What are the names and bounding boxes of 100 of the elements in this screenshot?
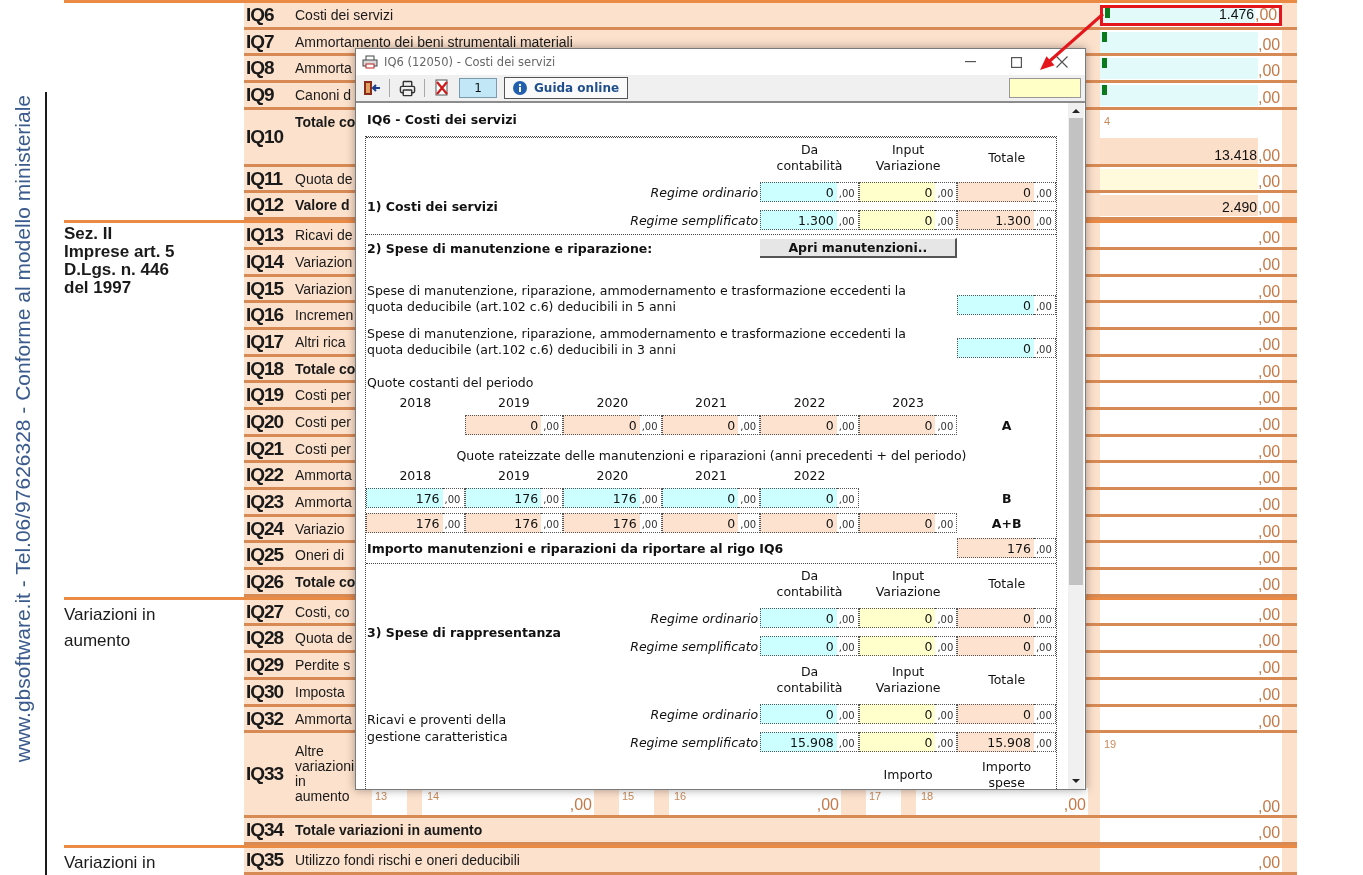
year-label: 2020 (596, 395, 629, 410)
row-label: Costi dei servizi (295, 6, 394, 23)
close-icon (1056, 56, 1068, 68)
row-label: Ammorta (295, 709, 352, 727)
row-label: Ammorta (295, 59, 352, 77)
row-code: IQ29 (245, 653, 284, 675)
maximize-icon (1010, 56, 1022, 68)
year-label: 2021 (695, 468, 727, 483)
row-code: IQ6 (245, 3, 274, 24)
decimals-label: ,00 (1258, 712, 1282, 730)
info-icon (513, 81, 527, 95)
row-label: Totale co (295, 112, 356, 130)
column-header: Totale (988, 576, 1026, 592)
row-label: A+B (991, 515, 1022, 531)
row-label: Ricavi de (295, 226, 353, 244)
row-label: Regime semplificato (630, 734, 760, 750)
row-code: IQ30 (245, 679, 284, 701)
amount-field[interactable] (1100, 58, 1258, 80)
decimals-label: ,00 (1258, 89, 1282, 107)
year-label: 2018 (399, 468, 432, 483)
decimals-label: ,00 (1258, 255, 1282, 273)
open-maintenance-button[interactable]: Apri manutenzioni.. (760, 238, 958, 258)
row-label: Utilizzo fondi rischi e oneri deducibili (295, 850, 520, 868)
row-label: Regime ordinario (650, 610, 760, 626)
row-code: IQ16 (245, 303, 284, 325)
column-header: Da contabilità (775, 568, 844, 600)
row-label: Altre variazioni in aumento (295, 744, 356, 805)
column-header: Input Variazione (874, 568, 942, 600)
amount-field[interactable]: 1.476 (1103, 8, 1255, 23)
cell-number: 14 (427, 790, 440, 803)
row-label: Quota de (295, 629, 353, 647)
year-label: 2022 (793, 468, 826, 483)
column-header: Input Variazione (874, 142, 942, 174)
row-code: IQ20 (245, 409, 284, 431)
decimals-label: ,00 (1258, 282, 1282, 300)
section-label: Imprese art. 5 (64, 243, 175, 262)
section-label: del 1997 (64, 279, 132, 298)
printer-icon (398, 79, 416, 97)
block-caption: Quote costanti del periodo (366, 375, 534, 390)
decimals-label: ,00 (569, 796, 592, 815)
amount-field[interactable]: 13.418 (1100, 137, 1258, 164)
row-label: Variazion (295, 252, 353, 270)
year-label: 2019 (497, 468, 530, 483)
row-label: Costi per (295, 386, 352, 404)
row-label: Altri rica (295, 332, 346, 350)
row-code: IQ35 (245, 847, 284, 869)
row-label: Oneri di (295, 546, 345, 564)
decimals-label: ,00 (816, 796, 839, 815)
row-label: Totale variazioni in aumento (295, 821, 483, 839)
column-header: Totale (988, 672, 1026, 688)
row-label: Costi per (295, 439, 352, 457)
decimals-label: ,00 (1258, 415, 1282, 433)
form-heading: IQ6 - Costi dei servizi (367, 112, 518, 127)
section-title: Ricavi e proventi della gestione caratteristica (366, 711, 509, 745)
scrollbar[interactable] (1068, 103, 1084, 789)
row-label: Canoni d (295, 86, 352, 104)
page-field[interactable]: 1 (459, 78, 497, 98)
row-label: Incremen (295, 306, 354, 324)
row-code: IQ23 (245, 490, 284, 511)
row-code: IQ22 (245, 463, 284, 485)
row-code: IQ17 (245, 329, 284, 351)
help-button[interactable]: Guida online (504, 77, 629, 99)
row-label: A (1001, 417, 1012, 433)
row-code: IQ7 (245, 29, 274, 51)
input-field[interactable] (1009, 78, 1081, 98)
result-label: Importo manutenzioni e riparazioni da riportare al rigo IQ6 (366, 540, 784, 556)
decimals-label: ,00 (1258, 685, 1282, 703)
minimize-icon (964, 61, 976, 63)
row-code: IQ12 (245, 193, 284, 215)
row-code: IQ32 (245, 706, 284, 728)
row-code: IQ15 (245, 276, 284, 298)
decimals-label: ,00 (1258, 549, 1282, 567)
decimals-label: ,00 (1258, 35, 1282, 53)
decimals-label: ,00 (1258, 442, 1282, 460)
amount-field[interactable] (1100, 85, 1258, 107)
cell-number: 16 (674, 790, 687, 803)
cell-number: 13 (372, 788, 407, 816)
row-code: IQ24 (245, 516, 284, 538)
row-label: Costi, co (295, 602, 350, 620)
decimals-label: ,00 (1258, 798, 1282, 816)
row-code: IQ34 (245, 818, 284, 840)
column-header: Importo (883, 767, 933, 783)
year-label: 2023 (892, 395, 924, 410)
row-label: Costi per (295, 412, 352, 430)
row-code: IQ13 (245, 223, 284, 245)
decimals-label: ,00 (1255, 6, 1279, 23)
amount-field[interactable]: 2.490 (1100, 195, 1258, 217)
side-note: www.gbsoftware.it - Tel.06/97626328 - Conforme al modello ministeriale (10, 95, 35, 763)
row-label: Ammorta (295, 466, 352, 484)
cell-number: 19 (1103, 737, 1117, 751)
row-code: IQ33 (245, 765, 284, 784)
column-header: Da contabilità (775, 664, 844, 696)
amount-field[interactable] (1100, 168, 1258, 190)
section-title: 2) Spese di manutenzione e riparazione: (366, 240, 653, 256)
cell-number: 4 (1103, 113, 1111, 127)
decimals-label: ,00 (1258, 853, 1282, 871)
description-text: Spese di manutenzione, riparazione, ammodernamento e trasformazione eccedenti la quota deducibile (art.102 c.6) deducibili in 3 anni (366, 326, 907, 358)
window-title: IQ6 (12050) - Costi dei servizi (384, 55, 556, 69)
decimals-label: ,00 (1063, 796, 1086, 815)
amount-field[interactable] (1100, 31, 1258, 53)
